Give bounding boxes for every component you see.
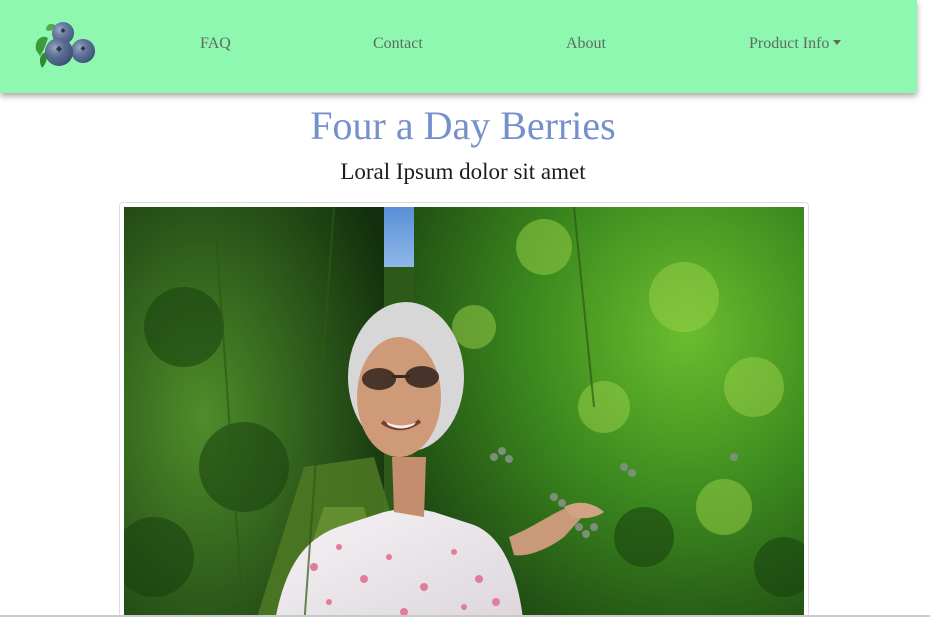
page-subtitle: Loral Ipsum dolor sit amet (340, 159, 586, 184)
navbar: FAQ Contact About Product Info (0, 0, 917, 93)
woman-in-blueberry-bushes-photo (124, 207, 804, 617)
caret-down-icon (833, 40, 842, 45)
blueberries-logo-icon[interactable] (32, 20, 98, 72)
nav-dropdown-product-info[interactable]: Product Info (749, 35, 842, 53)
photo-frame (119, 202, 809, 617)
nav-link-faq[interactable]: FAQ (200, 35, 231, 53)
nav-link-product-info-label: Product Info (749, 35, 830, 52)
nav-link-contact[interactable]: Contact (373, 35, 423, 53)
nav-link-about[interactable]: About (566, 35, 606, 53)
page-title: Four a Day Berries (310, 103, 616, 148)
